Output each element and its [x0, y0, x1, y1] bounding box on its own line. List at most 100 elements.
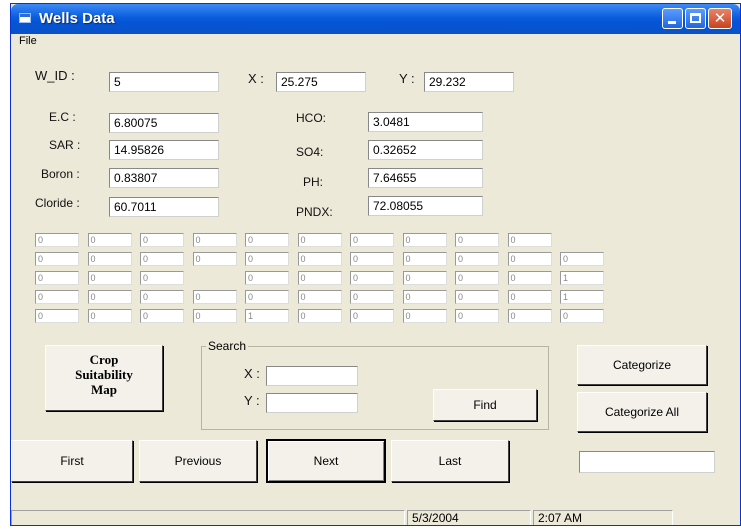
app-window-icon — [19, 13, 31, 23]
find-button[interactable]: Find — [433, 389, 537, 421]
status-time: 2:07 AM — [533, 510, 673, 525]
grid-cell[interactable]: 0 — [297, 271, 342, 285]
grid-cell[interactable]: 0 — [35, 309, 79, 323]
pndx-field[interactable]: 72.08055 — [368, 196, 483, 216]
ph-label: PH: — [303, 175, 324, 189]
previous-button[interactable]: Previous — [139, 440, 257, 482]
grid-cell[interactable]: 0 — [297, 252, 342, 266]
maximize-button[interactable] — [685, 8, 706, 29]
grid-cell[interactable]: 0 — [87, 233, 132, 247]
grid-cell[interactable]: 0 — [87, 252, 132, 266]
grid-cell[interactable]: 0 — [192, 252, 237, 266]
minimize-icon — [668, 21, 676, 24]
grid-cell[interactable]: 0 — [402, 233, 447, 247]
grid-cell[interactable]: 0 — [402, 309, 447, 323]
grid-cell[interactable]: 1 — [560, 271, 604, 285]
crop-button-line3: Map — [91, 382, 117, 397]
close-button[interactable]: ✕ — [708, 8, 732, 29]
w-id-label: W_ID : — [35, 68, 75, 83]
grid-cell[interactable]: 0 — [507, 271, 552, 285]
menu-file[interactable]: File — [19, 35, 37, 47]
boron-field[interactable]: 0.83807 — [109, 168, 219, 188]
y-field[interactable]: 29.232 — [424, 72, 514, 92]
grid-cell[interactable]: 0 — [560, 252, 604, 266]
first-button[interactable]: First — [11, 440, 133, 482]
grid-cell[interactable]: 0 — [402, 252, 447, 266]
grid-cell[interactable]: 0 — [140, 271, 184, 285]
result-field[interactable] — [579, 451, 715, 473]
grid-cell[interactable]: 0 — [507, 309, 552, 323]
grid-cell[interactable]: 0 — [350, 233, 394, 247]
grid-cell[interactable]: 0 — [245, 271, 289, 285]
grid-cell[interactable]: 0 — [507, 252, 552, 266]
next-button[interactable]: Next — [267, 440, 385, 482]
grid-cell[interactable]: 0 — [192, 290, 237, 304]
grid-cell[interactable]: 0 — [350, 271, 394, 285]
grid-cell[interactable]: 0 — [402, 271, 447, 285]
grid-cell[interactable]: 0 — [507, 290, 552, 304]
title-bar[interactable]: Wells Data ✕ — [11, 4, 740, 34]
grid-cell[interactable]: 0 — [35, 271, 79, 285]
grid-cell[interactable]: 0 — [245, 290, 289, 304]
crop-button-line1: Crop — [89, 352, 119, 367]
categorize-all-button[interactable]: Categorize All — [577, 392, 707, 432]
grid-cell[interactable]: 0 — [350, 290, 394, 304]
grid-cell[interactable]: 0 — [245, 233, 289, 247]
grid-cell[interactable]: 0 — [35, 252, 79, 266]
w-id-field[interactable]: 5 — [109, 72, 219, 92]
grid-cell[interactable]: 0 — [297, 233, 342, 247]
grid-cell[interactable]: 0 — [35, 233, 79, 247]
x-label: X : — [248, 71, 264, 86]
y-label: Y : — [399, 71, 415, 86]
search-y-input[interactable] — [266, 393, 358, 413]
grid-cell[interactable]: 0 — [455, 252, 499, 266]
ec-label: E.C : — [49, 110, 76, 124]
wells-data-window: Wells Data ✕ File W_ID : 5 X : 25.275 Y … — [10, 3, 741, 526]
minimize-button[interactable] — [662, 8, 683, 29]
grid-cell[interactable]: 0 — [87, 271, 132, 285]
grid-cell[interactable]: 0 — [297, 290, 342, 304]
x-field[interactable]: 25.275 — [276, 72, 366, 92]
grid-cell[interactable]: 0 — [507, 233, 552, 247]
grid-cell[interactable]: 0 — [35, 290, 79, 304]
grid-cell[interactable]: 1 — [245, 309, 289, 323]
grid-cell[interactable]: 0 — [560, 309, 604, 323]
hco-label: HCO: — [296, 111, 326, 125]
hco-field[interactable]: 3.0481 — [368, 112, 483, 132]
grid-cell[interactable]: 0 — [140, 233, 184, 247]
grid-cell[interactable]: 0 — [140, 309, 184, 323]
search-legend: Search — [206, 339, 249, 353]
categorize-button[interactable]: Categorize — [577, 345, 707, 385]
sar-field[interactable]: 14.95826 — [109, 140, 219, 160]
window-title: Wells Data — [39, 10, 115, 27]
pndx-label: PNDX: — [296, 205, 333, 219]
close-icon: ✕ — [713, 9, 727, 27]
grid-cell[interactable]: 0 — [192, 309, 237, 323]
grid-cell[interactable]: 1 — [560, 290, 604, 304]
ph-field[interactable]: 7.64655 — [368, 168, 483, 188]
grid-cell[interactable]: 0 — [455, 290, 499, 304]
crop-button-line2: Suitability — [75, 367, 133, 382]
search-x-input[interactable] — [266, 366, 358, 386]
grid-cell[interactable]: 0 — [455, 309, 499, 323]
grid-cell[interactable]: 0 — [245, 252, 289, 266]
grid-cell[interactable]: 0 — [350, 252, 394, 266]
crop-suitability-map-button[interactable]: Crop Suitability Map — [45, 345, 163, 411]
grid-cell[interactable]: 0 — [297, 309, 342, 323]
grid-cell[interactable]: 0 — [140, 252, 184, 266]
grid-cell[interactable]: 0 — [350, 309, 394, 323]
grid-cell[interactable]: 0 — [87, 309, 132, 323]
grid-cell[interactable]: 0 — [192, 233, 237, 247]
cloride-field[interactable]: 60.7011 — [109, 197, 219, 217]
menu-bar: File — [11, 34, 740, 48]
ec-field[interactable]: 6.80075 — [109, 113, 219, 133]
last-button[interactable]: Last — [391, 440, 509, 482]
grid-cell[interactable]: 0 — [455, 233, 499, 247]
search-x-label: X : — [244, 366, 260, 381]
grid-cell[interactable]: 0 — [402, 290, 447, 304]
sar-label: SAR : — [49, 138, 81, 152]
grid-cell[interactable]: 0 — [140, 290, 184, 304]
so4-field[interactable]: 0.32652 — [368, 140, 483, 160]
grid-cell[interactable]: 0 — [455, 271, 499, 285]
grid-cell[interactable]: 0 — [87, 290, 132, 304]
